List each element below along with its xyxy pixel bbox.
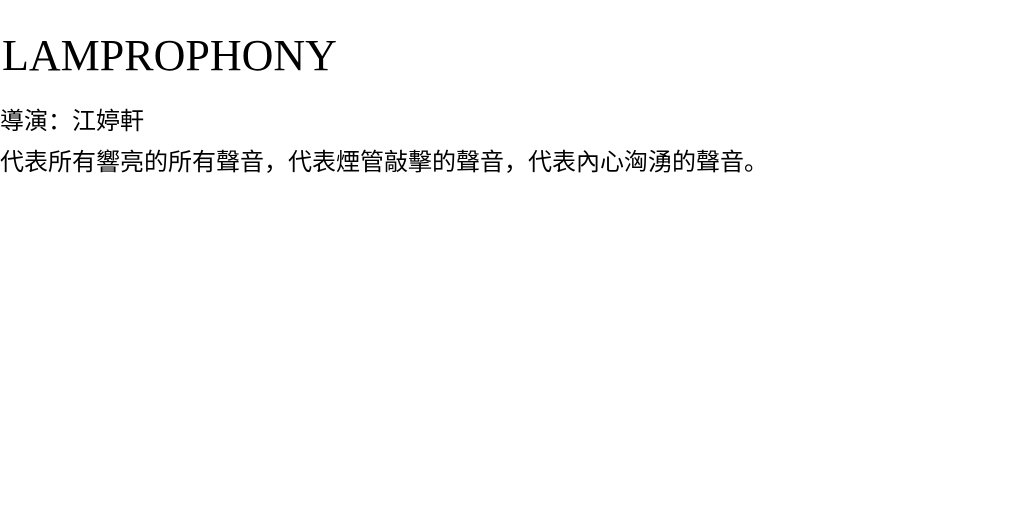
director-credit: 導演：江婷軒 — [0, 107, 144, 135]
page: LAMPROPHONY 導演：江婷軒 代表所有響亮的所有聲音，代表煙管敲擊的聲音… — [0, 0, 1024, 512]
description-text: 代表所有響亮的所有聲音，代表煙管敲擊的聲音，代表內心洶湧的聲音。 — [0, 148, 768, 176]
page-title: LAMPROPHONY — [2, 31, 337, 80]
